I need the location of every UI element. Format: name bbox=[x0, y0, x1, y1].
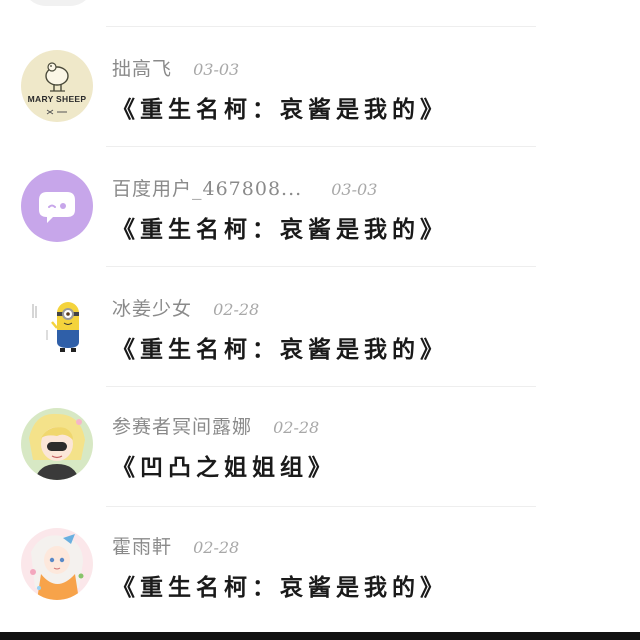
avatar[interactable]: MARY SHEEP bbox=[21, 50, 93, 122]
work-title[interactable]: 《重生名柯：哀酱是我的》 bbox=[112, 210, 448, 244]
avatar[interactable] bbox=[21, 290, 93, 362]
work-title[interactable]: 《重生名柯：哀酱是我的》 bbox=[112, 90, 448, 124]
work-title[interactable]: 《重生名柯：哀酱是我的》 bbox=[112, 330, 448, 364]
divider bbox=[106, 386, 536, 387]
divider bbox=[106, 26, 536, 27]
comment-date: 02-28 bbox=[213, 300, 260, 319]
divider bbox=[106, 266, 536, 267]
username[interactable]: 拙高飞 bbox=[112, 58, 172, 80]
comment-date: 03-03 bbox=[331, 180, 378, 199]
bottom-edge-bar bbox=[0, 632, 640, 640]
divider bbox=[106, 506, 536, 507]
comment-date: 03-03 bbox=[193, 60, 240, 79]
list-item[interactable]: 霍雨軒 02-28 《重生名柯：哀酱是我的》 bbox=[0, 528, 640, 640]
mary-sheep-text: MARY SHEEP bbox=[27, 94, 87, 104]
comment-meta: 参赛者冥间露娜 02-28 bbox=[112, 412, 319, 439]
list-item[interactable]: 冰姜少女 02-28 《重生名柯：哀酱是我的》 bbox=[0, 290, 640, 410]
avatar[interactable] bbox=[21, 170, 93, 242]
minion-icon bbox=[21, 290, 93, 362]
list-item[interactable]: MARY SHEEP 拙高飞 03-03 《重生名柯：哀酱是我的》 bbox=[0, 50, 640, 170]
comment-list-screen: MARY SHEEP 拙高飞 03-03 《重生名柯：哀酱是我的》 百度用户_4… bbox=[0, 0, 640, 640]
comment-meta: 拙高飞 03-03 bbox=[112, 54, 239, 81]
anime-character-icon bbox=[21, 528, 93, 600]
username[interactable]: 百度用户_467808... bbox=[112, 178, 302, 200]
comment-meta: 霍雨軒 02-28 bbox=[112, 532, 239, 559]
divider bbox=[106, 146, 536, 147]
anime-girl-icon bbox=[21, 408, 93, 480]
list-item[interactable]: 百度用户_467808... 03-03 《重生名柯：哀酱是我的》 bbox=[0, 170, 640, 290]
chat-bubble-icon bbox=[21, 170, 93, 242]
username[interactable]: 冰姜少女 bbox=[112, 298, 192, 320]
previous-list-item[interactable] bbox=[0, 0, 640, 8]
list-item[interactable]: 参赛者冥间露娜 02-28 《凹凸之姐姐组》 bbox=[0, 408, 640, 528]
avatar[interactable] bbox=[21, 408, 93, 480]
avatar[interactable] bbox=[21, 528, 93, 600]
username[interactable]: 霍雨軒 bbox=[112, 536, 172, 558]
mary-sheep-logo-icon bbox=[21, 50, 93, 122]
comment-meta: 冰姜少女 02-28 bbox=[112, 294, 259, 321]
work-title[interactable]: 《重生名柯：哀酱是我的》 bbox=[112, 568, 448, 602]
avatar bbox=[22, 0, 94, 6]
work-title[interactable]: 《凹凸之姐姐组》 bbox=[112, 448, 336, 482]
username[interactable]: 参赛者冥间露娜 bbox=[112, 416, 252, 438]
comment-date: 02-28 bbox=[273, 418, 320, 437]
comment-date: 02-28 bbox=[193, 538, 240, 557]
comment-meta: 百度用户_467808... 03-03 bbox=[112, 174, 377, 201]
